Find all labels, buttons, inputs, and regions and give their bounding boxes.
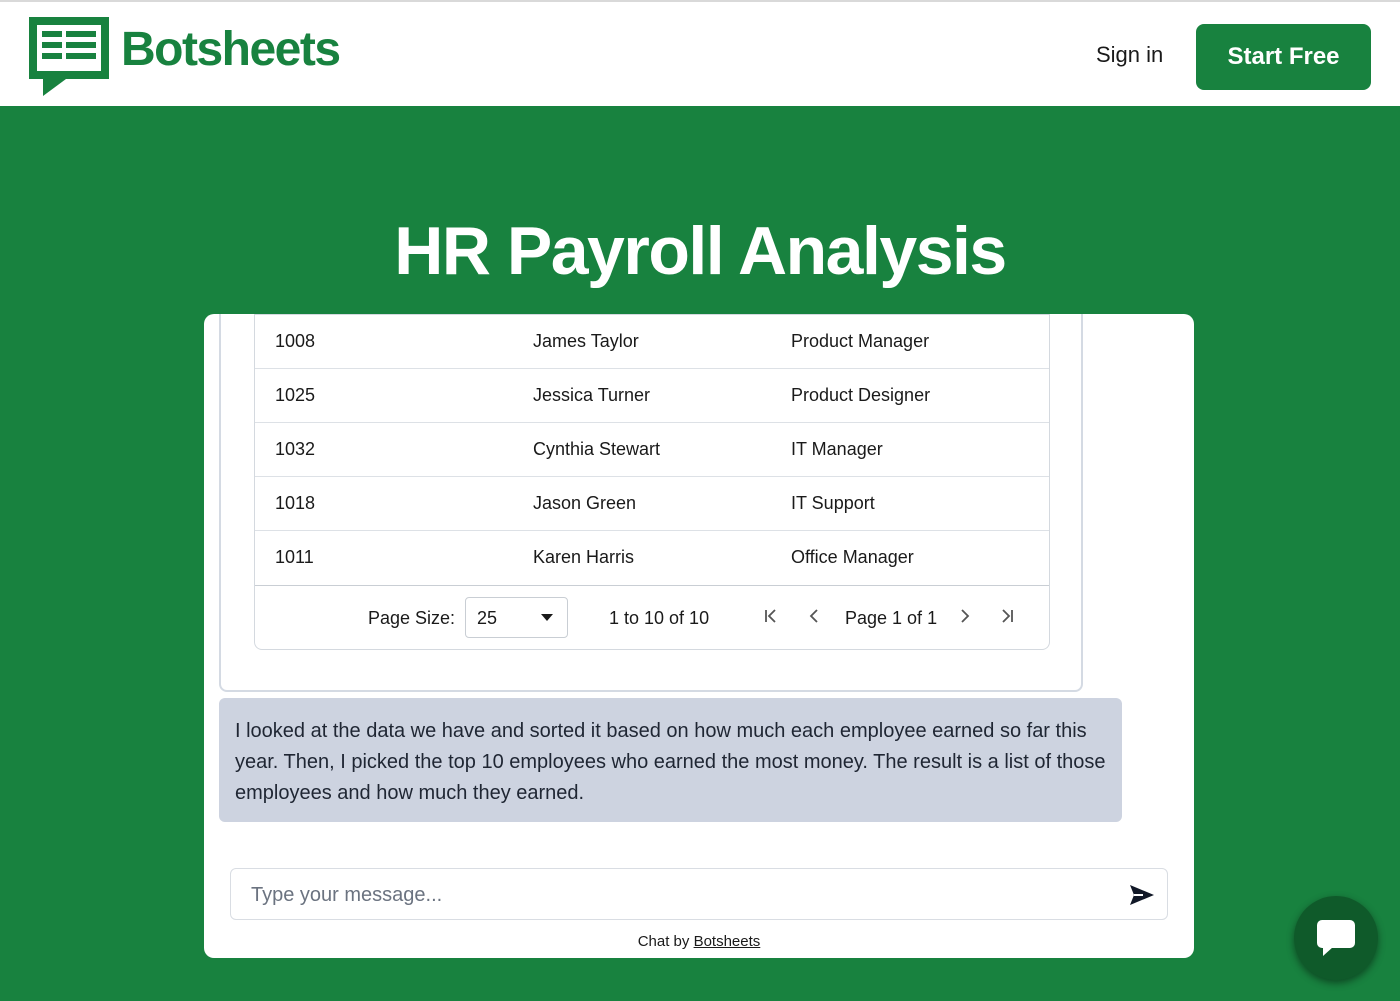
cell-job-title: Product Designer — [791, 385, 931, 405]
cell-employee-name: Jason Green — [533, 493, 637, 513]
botsheets-credit-link[interactable]: Botsheets — [694, 933, 761, 950]
first-page-icon[interactable] — [761, 604, 781, 628]
chat-credit: Chat by Botsheets — [204, 933, 1194, 950]
table-row: 1032 Cynthia Stewart IT Manager — [255, 423, 1049, 477]
cell-job-title: Product Manager — [791, 331, 930, 351]
page-indicator: Page 1 of 1 — [845, 608, 938, 628]
last-page-icon[interactable] — [997, 604, 1017, 628]
page-size-value: 25 — [477, 608, 498, 628]
start-free-button[interactable]: Start Free — [1196, 24, 1371, 90]
cell-employee-name: James Taylor — [533, 331, 639, 351]
table-row: 1025 Jessica Turner Product Designer — [255, 369, 1049, 423]
send-icon[interactable] — [1129, 883, 1155, 907]
next-page-icon[interactable] — [955, 604, 975, 628]
table-row: 1018 Jason Green IT Support — [255, 477, 1049, 531]
cell-employee-name: Cynthia Stewart — [533, 439, 661, 459]
page-size-label: Page Size: — [368, 608, 456, 628]
message-input[interactable] — [251, 880, 1111, 910]
table-message-card: 1008 James Taylor Product Manager 1025 J… — [219, 314, 1083, 692]
table-row: 1008 James Taylor Product Manager — [255, 315, 1049, 369]
table-row: 1011 Karen Harris Office Manager — [255, 531, 1049, 585]
cell-employee-id: 1008 — [275, 331, 316, 351]
prev-page-icon[interactable] — [804, 604, 824, 628]
row-range-text: 1 to 10 of 10 — [609, 608, 710, 628]
cell-employee-id: 1032 — [275, 439, 316, 459]
cell-employee-id: 1011 — [275, 547, 314, 567]
cell-employee-id: 1018 — [275, 493, 316, 513]
page-title: HR Payroll Analysis — [394, 213, 1007, 289]
page-size-select[interactable]: 25 — [465, 597, 568, 638]
cell-job-title: IT Support — [791, 493, 875, 513]
brand-name: Botsheets — [121, 23, 341, 76]
site-header: Botsheets Sign in Start Free — [0, 0, 1400, 106]
chat-bubble-icon — [1317, 920, 1355, 956]
message-input-box — [230, 868, 1168, 920]
pagination-bar: Page Size: 25 1 to 10 of 10 Page 1 of 1 — [255, 585, 1049, 649]
brand-logo[interactable]: Botsheets — [26, 14, 341, 100]
cell-employee-name: Karen Harris — [533, 547, 635, 567]
sign-in-link[interactable]: Sign in — [1096, 42, 1163, 68]
bot-message-bubble: I looked at the data we have and sorted … — [219, 698, 1122, 822]
data-grid: 1008 James Taylor Product Manager 1025 J… — [254, 314, 1050, 650]
caret-down-icon — [541, 614, 553, 621]
chat-panel: 1008 James Taylor Product Manager 1025 J… — [204, 314, 1194, 958]
cell-job-title: Office Manager — [791, 547, 914, 567]
credit-prefix: Chat by — [637, 933, 690, 950]
cell-employee-name: Jessica Turner — [533, 385, 651, 405]
cell-employee-id: 1025 — [275, 385, 316, 405]
cell-job-title: IT Manager — [791, 439, 883, 459]
chat-sheet-logo-icon — [29, 17, 109, 96]
chat-launcher-button[interactable] — [1294, 896, 1378, 980]
